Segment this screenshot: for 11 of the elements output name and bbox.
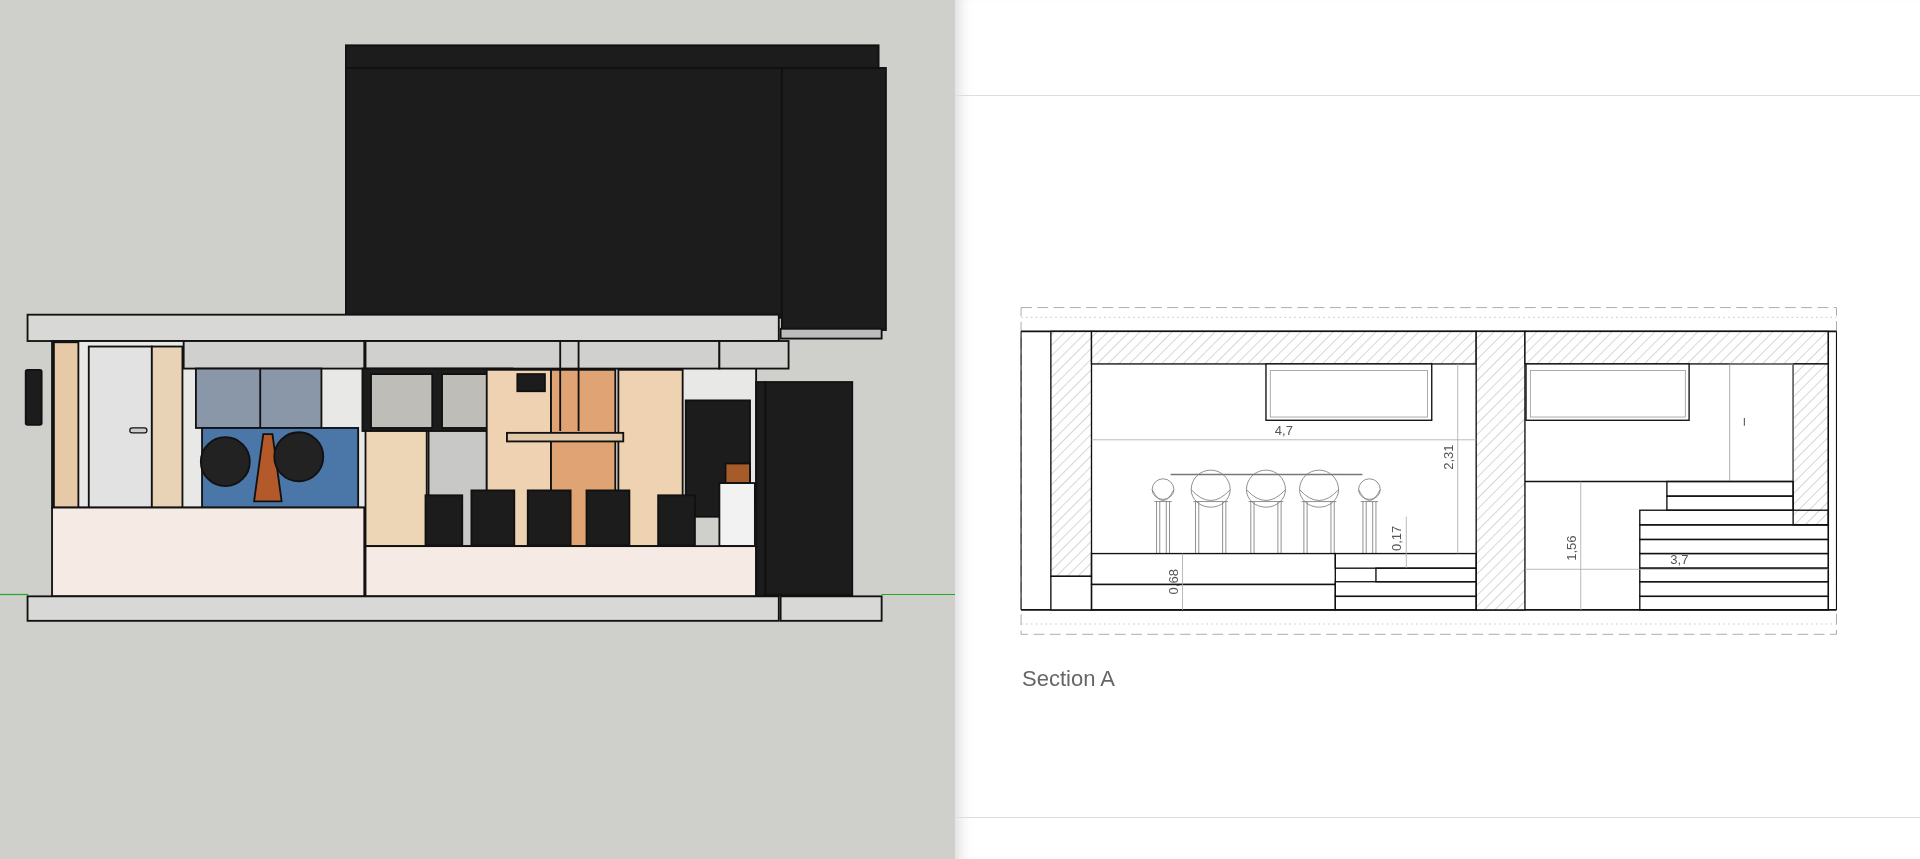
dimension-line bbox=[1182, 553, 1183, 611]
dimension-label: 4,7 bbox=[1274, 423, 1293, 439]
ground-axis-line bbox=[0, 593, 29, 596]
model-viewport[interactable] bbox=[0, 0, 955, 859]
dimension-line bbox=[1405, 516, 1407, 569]
dimension-label: 2,31 bbox=[1441, 444, 1457, 470]
dimension-label: 0,17 bbox=[1389, 525, 1405, 552]
dimension-label: 0,68 bbox=[1166, 569, 1182, 595]
section-caption: Section A bbox=[1022, 668, 1116, 690]
dimension-label: 1,56 bbox=[1564, 535, 1580, 561]
dimension-label: 3,7 bbox=[1670, 552, 1689, 568]
